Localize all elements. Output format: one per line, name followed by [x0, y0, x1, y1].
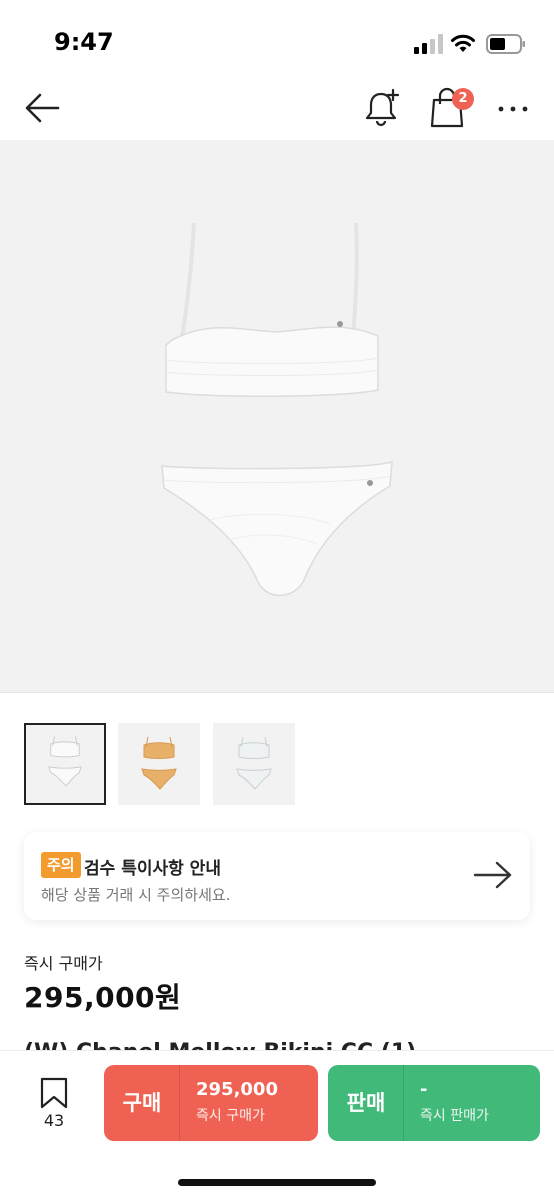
battery-icon: [486, 34, 525, 54]
cart-count-badge: 2: [452, 88, 474, 110]
thumbnail-orange[interactable]: [118, 723, 200, 805]
more-icon: [498, 106, 528, 112]
buy-sublabel: 즉시 구매가: [196, 1108, 265, 1124]
back-button[interactable]: [22, 90, 62, 126]
wifi-icon: [451, 34, 475, 52]
notice-subtitle: 해당 상품 거래 시 주의하세요.: [41, 886, 231, 904]
bookmark-icon: [40, 1077, 68, 1109]
instant-buy-price: 295,000원: [24, 981, 182, 1014]
divider: [179, 1065, 180, 1141]
cellular-signal-icon: [414, 34, 443, 54]
back-arrow-icon: [25, 93, 60, 123]
bookmark-button[interactable]: 43: [28, 1077, 80, 1137]
thumbnail-light[interactable]: [213, 723, 295, 805]
thumbnail-image: [48, 736, 82, 787]
top-navigation: 2: [0, 80, 554, 138]
status-time: 9:47: [54, 28, 114, 56]
alert-add-button[interactable]: [364, 88, 402, 128]
thumbnail-image: [236, 736, 272, 790]
divider: [0, 692, 554, 693]
sell-sublabel: 즉시 판매가: [420, 1108, 489, 1124]
notice-title: 검수 특이사항 안내: [84, 859, 221, 879]
bookmark-count: 43: [43, 1111, 65, 1130]
home-indicator: [178, 1179, 376, 1186]
sell-button[interactable]: 판매 - 즉시 판매가: [328, 1065, 540, 1141]
buy-label: 구매: [122, 1091, 162, 1115]
sell-label: 판매: [346, 1091, 386, 1115]
bell-plus-icon: [365, 88, 400, 127]
buy-button[interactable]: 구매 295,000 즉시 구매가: [104, 1065, 318, 1141]
bikini-illustration: [161, 222, 393, 597]
more-options-button[interactable]: [496, 94, 530, 124]
divider: [403, 1065, 404, 1141]
sell-price: -: [420, 1079, 428, 1100]
arrow-right-icon: [473, 861, 512, 889]
caution-tag: 주의: [41, 852, 81, 878]
product-image[interactable]: [0, 140, 554, 692]
instant-buy-price-label: 즉시 구매가: [24, 954, 103, 973]
buy-price: 295,000: [196, 1079, 278, 1100]
thumbnail-white[interactable]: [24, 723, 106, 805]
status-bar: 9:47: [0, 0, 554, 80]
cart-button[interactable]: 2: [430, 86, 474, 130]
inspection-notice-card[interactable]: 주의 검수 특이사항 안내 해당 상품 거래 시 주의하세요.: [24, 832, 530, 920]
bottom-action-bar: 43 구매 295,000 즉시 구매가 판매 - 즉시 판매가: [0, 1050, 554, 1200]
thumbnail-image: [141, 736, 177, 790]
